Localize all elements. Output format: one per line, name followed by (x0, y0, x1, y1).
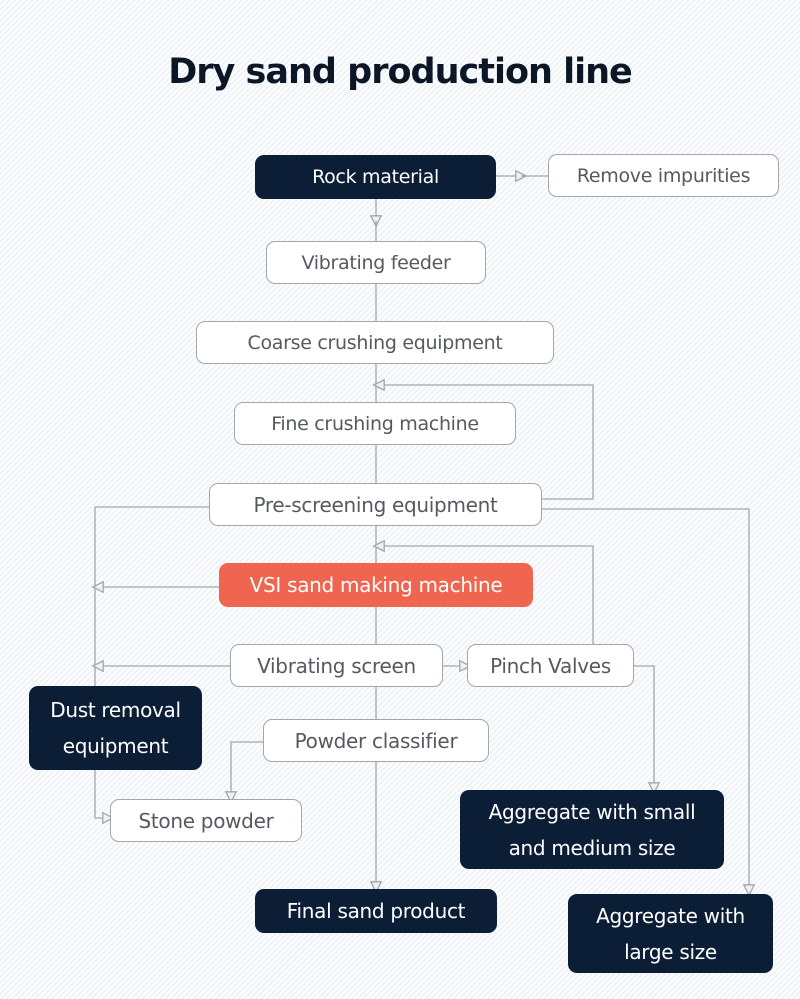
node-final-sand-product: Final sand product (255, 889, 497, 933)
edge-classifier-to-stone-powder (231, 741, 263, 797)
node-coarse-crushing: Coarse crushing equipment (196, 321, 554, 364)
node-vibrating-screen: Vibrating screen (230, 644, 443, 687)
edge-prescreen-to-stone-powder (94, 506, 209, 818)
node-fine-crushing: Fine crushing machine (234, 402, 516, 445)
node-stone-powder: Stone powder (110, 799, 302, 842)
edge-pinch-to-small-aggregate (634, 665, 654, 788)
node-vibrating-feeder: Vibrating feeder (266, 241, 486, 284)
node-pre-screening: Pre-screening equipment (209, 483, 542, 526)
node-pinch-valves: Pinch Valves (467, 644, 634, 687)
node-rock-material: Rock material (255, 155, 496, 199)
node-powder-classifier: Powder classifier (263, 719, 489, 762)
node-remove-impurities: Remove impurities (548, 154, 779, 197)
node-aggregate-small-medium: Aggregate with small and medium size (460, 790, 724, 869)
node-aggregate-large: Aggregate with large size (568, 894, 773, 973)
node-dust-removal: Dust removal equipment (29, 686, 202, 770)
node-vsi-sand-making: VSI sand making machine (219, 563, 533, 607)
